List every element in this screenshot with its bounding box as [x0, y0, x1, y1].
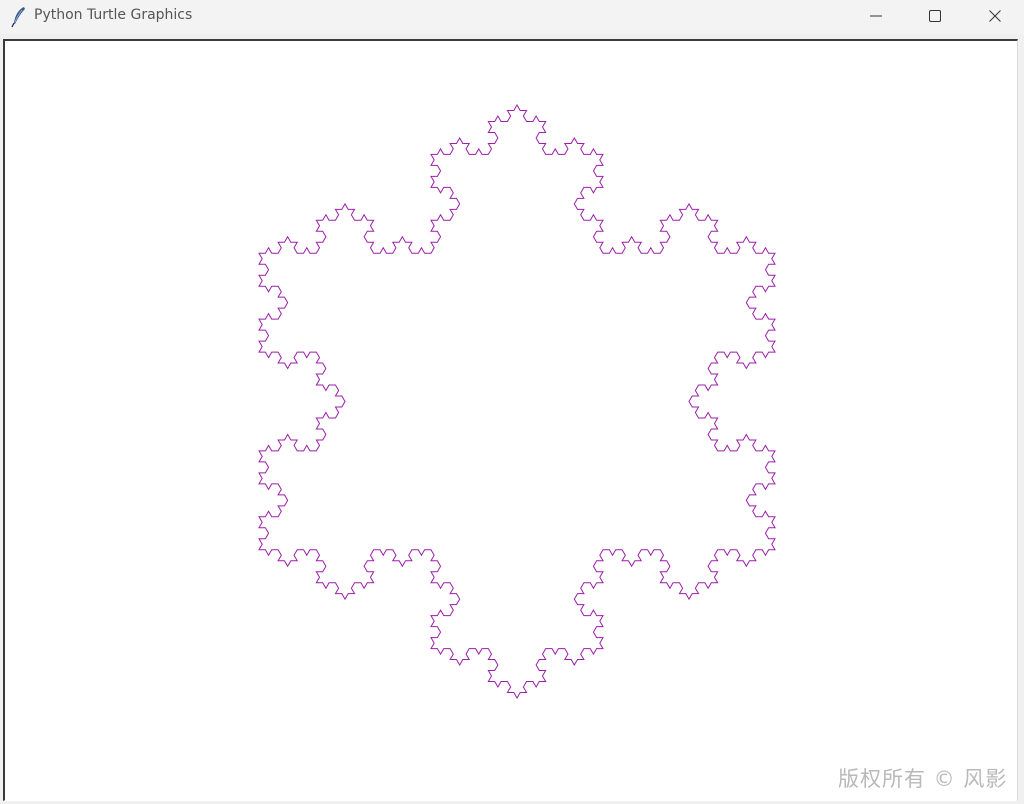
watermark: 版权所有 © 风影 — [838, 767, 1008, 791]
koch-snowflake-path — [258, 104, 776, 699]
window-title: Python Turtle Graphics — [34, 7, 193, 23]
minimize-button[interactable] — [847, 0, 905, 32]
close-icon — [989, 10, 1001, 22]
turtle-canvas-area[interactable] — [3, 39, 1018, 801]
turtle-canvas[interactable] — [5, 41, 1017, 801]
minimize-icon — [870, 15, 882, 17]
turtle-window: Python Turtle Graphics 版权所有 © 风影 — [0, 0, 1024, 804]
feather-icon — [11, 7, 25, 28]
title-bar[interactable]: Python Turtle Graphics — [0, 0, 1024, 34]
close-button[interactable] — [966, 0, 1024, 32]
maximize-button[interactable] — [906, 0, 964, 32]
maximize-icon — [929, 10, 941, 22]
